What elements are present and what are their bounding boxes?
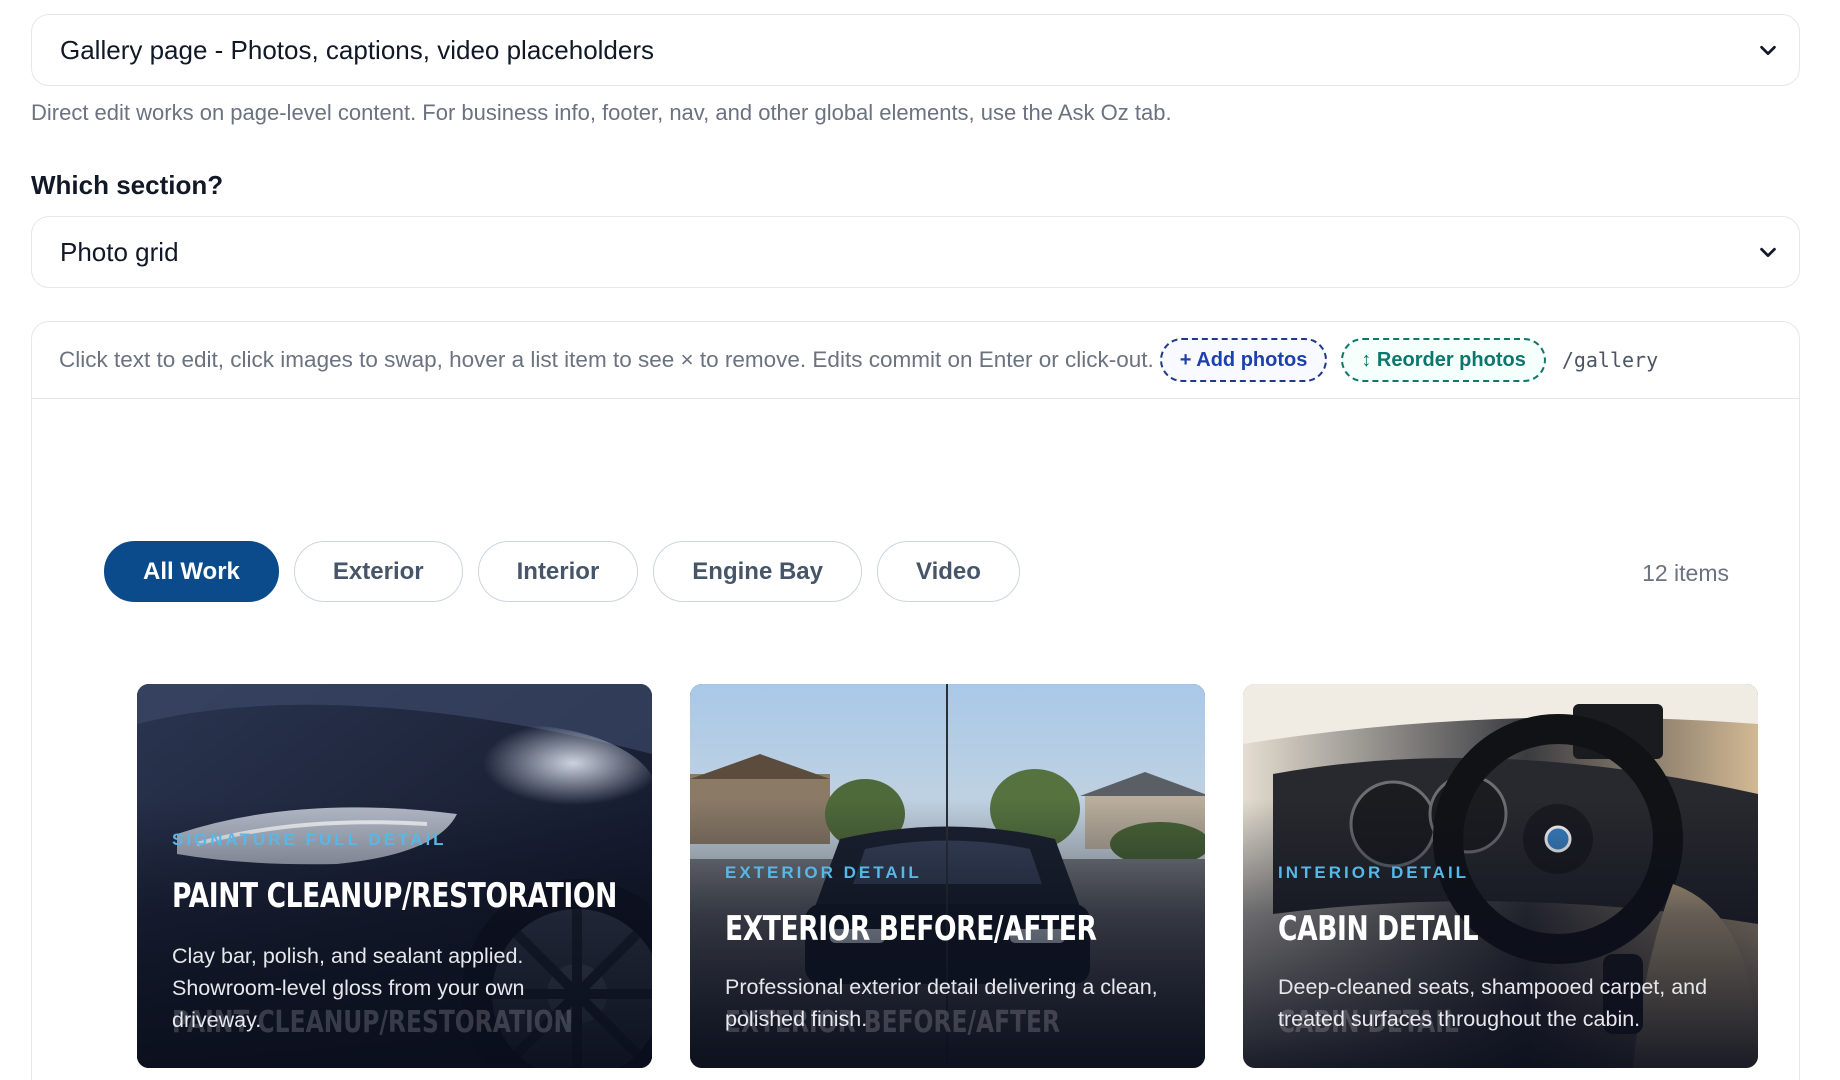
page-route: /gallery bbox=[1561, 348, 1659, 372]
page-select-value: Gallery page - Photos, captions, video p… bbox=[60, 34, 655, 65]
card-title[interactable]: PAINT CLEANUP/RESTORATION bbox=[172, 876, 617, 916]
item-count: 12 items bbox=[1642, 560, 1729, 586]
filter-engine-bay[interactable]: Engine Bay bbox=[653, 541, 862, 602]
section-label: Which section? bbox=[31, 170, 224, 200]
chevron-down-icon bbox=[1760, 247, 1776, 258]
card-tag[interactable]: SIGNATURE FULL DETAIL bbox=[172, 830, 447, 850]
chevron-down-icon bbox=[1760, 45, 1776, 56]
direct-edit-hint: Direct edit works on page-level content.… bbox=[31, 100, 1172, 125]
filter-exterior[interactable]: Exterior bbox=[293, 541, 463, 602]
card-tag[interactable]: EXTERIOR DETAIL bbox=[725, 863, 922, 883]
gallery-filters: All Work Exterior Interior Engine Bay Vi… bbox=[104, 541, 1020, 602]
card-title-ghost: PAINT CLEANUP/RESTORATION bbox=[172, 1005, 574, 1040]
reorder-photos-button[interactable]: ↕ Reorder photos bbox=[1341, 338, 1546, 382]
card-title[interactable]: EXTERIOR BEFORE/AFTER bbox=[725, 909, 1097, 949]
card-title-ghost: CABIN DETAIL bbox=[1278, 1005, 1459, 1040]
gallery-card[interactable]: INTERIOR DETAIL CABIN DETAIL Deep-cleane… bbox=[1243, 684, 1758, 1068]
filter-video[interactable]: Video bbox=[877, 541, 1020, 602]
card-title-ghost: EXTERIOR BEFORE/AFTER bbox=[725, 1005, 1061, 1040]
page-select[interactable]: Gallery page - Photos, captions, video p… bbox=[31, 14, 1800, 86]
card-tag[interactable]: INTERIOR DETAIL bbox=[1278, 863, 1469, 883]
filter-interior[interactable]: Interior bbox=[477, 541, 639, 602]
section-select[interactable]: Photo grid bbox=[31, 216, 1800, 288]
filter-all-work[interactable]: All Work bbox=[104, 541, 279, 602]
editor-frame: Click text to edit, click images to swap… bbox=[31, 321, 1800, 1080]
add-photos-button[interactable]: + Add photos bbox=[1159, 338, 1328, 382]
section-select-value: Photo grid bbox=[60, 236, 179, 267]
card-title[interactable]: CABIN DETAIL bbox=[1278, 909, 1479, 949]
gallery-card[interactable]: EXTERIOR DETAIL EXTERIOR BEFORE/AFTER Pr… bbox=[690, 684, 1205, 1068]
editor-instructions: Click text to edit, click images to swap… bbox=[59, 347, 1154, 372]
editor-toolbar: Click text to edit, click images to swap… bbox=[32, 322, 1799, 399]
gallery-card[interactable]: SIGNATURE FULL DETAIL PAINT CLEANUP/REST… bbox=[137, 684, 652, 1068]
